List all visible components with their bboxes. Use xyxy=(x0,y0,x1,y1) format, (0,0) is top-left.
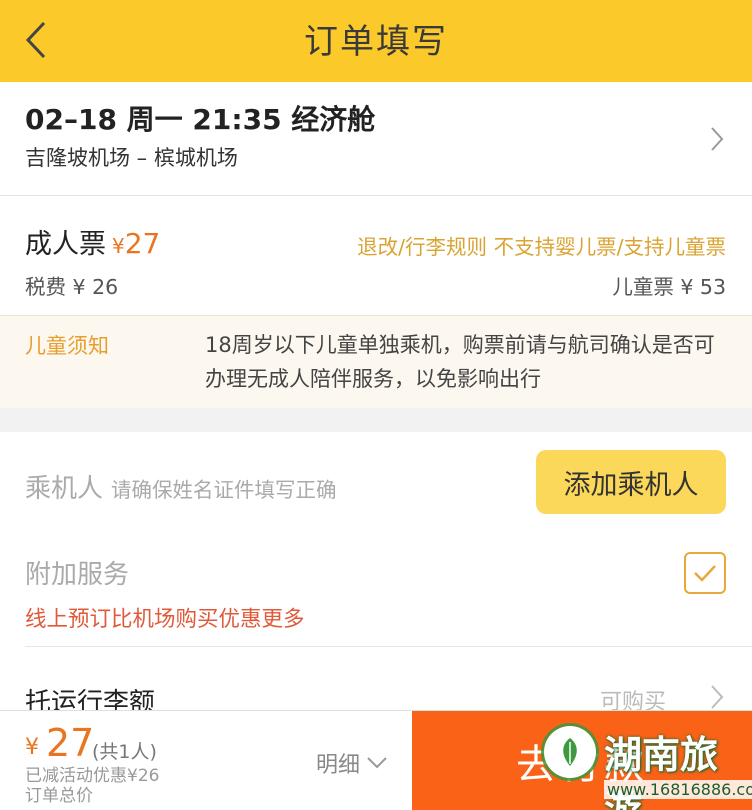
total-currency: ¥ xyxy=(25,735,39,760)
passenger-label: 乘机人 xyxy=(25,474,104,504)
child-notice-text: 18周岁以下儿童单独乘机，购票前请与航司确认是否可办理无成人陪伴服务，以免影响出… xyxy=(205,333,715,391)
infant-child-note: 不支持婴儿票/支持儿童票 xyxy=(493,235,726,259)
adult-fare-currency: ¥ xyxy=(112,234,125,258)
total-label: 订单总价 xyxy=(25,786,93,806)
extra-service-label: 附加服务 xyxy=(25,560,130,590)
top-bar: 订单填写 xyxy=(0,0,752,82)
adult-fare-amount: 27 xyxy=(124,227,161,260)
extra-service-checkbox[interactable] xyxy=(684,552,726,594)
extra-service-promo: 线上预订比机场购买优惠更多 xyxy=(25,607,305,632)
child-notice-title: 儿童须知 xyxy=(25,334,109,358)
chevron-right-icon[interactable] xyxy=(710,684,724,710)
rules-link[interactable]: 退改/行李规则 xyxy=(357,235,487,259)
details-toggle[interactable]: 明细 xyxy=(316,747,388,779)
passenger-row: 乘机人 请确保姓名证件填写正确 xyxy=(25,468,337,505)
pay-button[interactable]: 去付款 xyxy=(412,711,752,810)
tax-fee: 税费 ¥ 26 xyxy=(25,275,119,299)
flight-route: 吉隆坡机场 – 槟城机场 xyxy=(25,146,238,170)
child-notice: 儿童须知 18周岁以下儿童单独乘机，购票前请与航司确认是否可办理无成人陪伴服务，… xyxy=(0,316,752,408)
booking-form: 乘机人 请确保姓名证件填写正确 添加乘机人 附加服务 线上预订比机场购买优惠更多 … xyxy=(0,432,752,722)
details-label: 明细 xyxy=(316,753,361,778)
fare-rules: 退改/行李规则 不支持婴儿票/支持儿童票 xyxy=(357,230,726,260)
flight-datetime-class: 02–18 周一 21:35 经济舱 xyxy=(25,103,376,136)
child-fare: 儿童票 ¥ 53 xyxy=(612,275,726,299)
flight-summary[interactable]: 02–18 周一 21:35 经济舱 吉隆坡机场 – 槟城机场 xyxy=(0,82,752,196)
total-amount: 27 xyxy=(46,721,95,765)
passenger-hint: 请确保姓名证件填写正确 xyxy=(111,478,337,502)
chevron-down-icon xyxy=(367,757,387,769)
passenger-count: (共1人) xyxy=(92,741,157,763)
fare-section: 成人票 ¥27 退改/行李规则 不支持婴儿票/支持儿童票 税费 ¥ 26 儿童票 … xyxy=(0,196,752,316)
checkout-bar: ¥ 27 (共1人) 已减活动优惠¥26 订单总价 明细 去付款 xyxy=(0,710,752,810)
adult-fare: 成人票 ¥27 xyxy=(25,222,160,261)
page-title: 订单填写 xyxy=(304,22,448,62)
add-passenger-button[interactable]: 添加乘机人 xyxy=(536,450,726,514)
checkbox-checked-icon xyxy=(694,565,716,582)
divider xyxy=(25,646,752,647)
chevron-right-icon xyxy=(711,127,724,151)
adult-fare-label: 成人票 xyxy=(25,229,106,260)
